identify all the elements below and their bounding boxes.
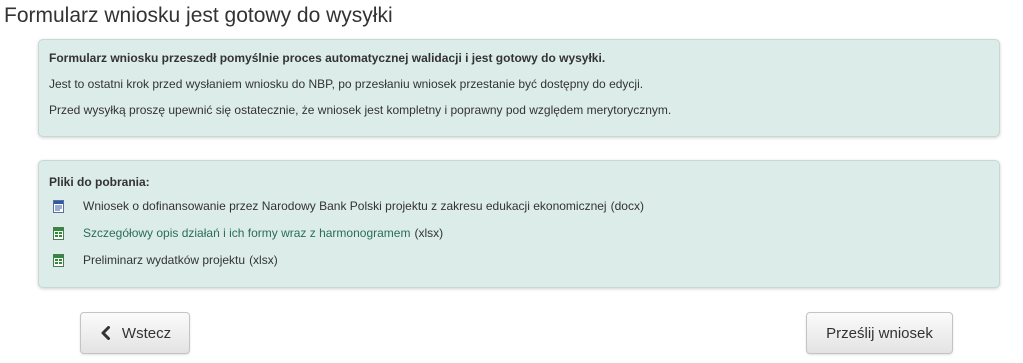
downloads-panel: Pliki do pobrania: Wniosek o dofinansowa…: [38, 160, 1000, 288]
file-row-budget: Preliminarz wydatków projektu (xlsx): [53, 253, 278, 267]
final-step-notice: Jest to ostatni krok przed wysłaniem wni…: [49, 77, 644, 91]
submit-application-button[interactable]: Prześlij wniosek: [806, 312, 953, 354]
info-panel: Formularz wniosku przeszedł pomyślnie pr…: [38, 39, 1000, 137]
file-row-application: Wniosek o dofinansowanie przez Narodowy …: [53, 199, 644, 213]
back-button-label: Wstecz: [121, 324, 172, 342]
file-extension: (xlsx): [414, 226, 444, 240]
downloads-heading: Pliki do pobrania:: [49, 175, 150, 189]
download-budget-link[interactable]: Preliminarz wydatków projektu: [83, 253, 245, 267]
excel-spreadsheet-icon: [53, 253, 64, 267]
file-extension: (xlsx): [249, 253, 278, 267]
chevron-left-icon: [101, 326, 110, 340]
word-document-icon: [53, 199, 64, 213]
back-button[interactable]: Wstecz: [80, 312, 190, 354]
download-activities-link[interactable]: Szczegółowy opis działań i ich formy wra…: [83, 226, 410, 240]
file-row-activities: Szczegółowy opis działań i ich formy wra…: [53, 226, 443, 240]
submit-button-label: Prześlij wniosek: [826, 324, 933, 342]
verify-completeness-notice: Przed wysyłką proszę upewnić się ostatec…: [49, 103, 672, 117]
validation-success-message: Formularz wniosku przeszedł pomyślnie pr…: [49, 51, 606, 65]
excel-spreadsheet-icon: [53, 226, 64, 240]
page-title: Formularz wniosku jest gotowy do wysyłki: [4, 4, 393, 27]
file-extension: (docx): [610, 199, 644, 213]
download-application-link[interactable]: Wniosek o dofinansowanie przez Narodowy …: [83, 199, 607, 213]
